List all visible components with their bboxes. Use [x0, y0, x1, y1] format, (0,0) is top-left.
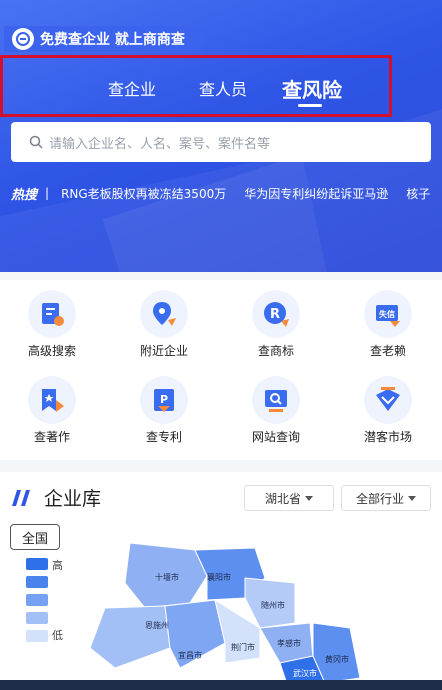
map-label: 襄阳市: [207, 572, 231, 582]
hot-search-item[interactable]: 华为因专利纠纷起诉亚马逊: [244, 185, 388, 202]
feature-potential-customers[interactable]: 潜客市场: [343, 376, 433, 445]
section-mark-icon: [12, 490, 32, 510]
website-search-icon: [252, 376, 300, 424]
hubei-map[interactable]: 十堰市 襄阳市 随州市 恩施州 宜昌市 荆门市 孝感市 武汉市 黄冈市: [85, 538, 385, 690]
advanced-search-icon: [28, 290, 76, 338]
feature-nearby-companies[interactable]: 附近企业: [119, 290, 209, 359]
logo-icon: [12, 28, 34, 50]
chevron-down-icon: [305, 495, 313, 501]
feature-label: 网站查询: [251, 430, 300, 444]
tab-risk[interactable]: 查风险: [282, 74, 342, 103]
legend-swatch: [26, 594, 48, 606]
feature-label: 查老赖: [369, 344, 406, 358]
feature-label: 查著作: [33, 430, 70, 444]
trademark-glyph: R: [270, 307, 280, 322]
section-title: 企业库: [44, 488, 102, 510]
legend-swatch: [26, 558, 48, 570]
tab-company[interactable]: 查企业: [108, 76, 156, 100]
map-region[interactable]: [89, 605, 171, 669]
chevron-down-icon: [408, 495, 416, 501]
promo-pill-text: 免费查企业 就上商商查: [40, 32, 185, 48]
legend-swatch: [26, 630, 48, 642]
nationwide-button[interactable]: 全国: [10, 524, 60, 550]
map-label: 宜昌市: [178, 650, 202, 660]
map-label: 十堰市: [155, 572, 179, 582]
legend-swatch: [26, 612, 48, 624]
search-placeholder: 请输入企业名、人名、案号、案件名等: [49, 136, 271, 152]
dishonest-glyph: 失信: [379, 309, 395, 319]
enterprise-library-section: 企业库 湖北省 全部行业 全国 高 低 十堰市 襄阳市 随州市 恩施州 宜昌市 …: [0, 472, 442, 690]
search-input[interactable]: 请输入企业名、人名、案号、案件名等: [11, 122, 431, 162]
location-pin-icon: [140, 290, 188, 338]
map-label: 荆门市: [231, 642, 255, 652]
industry-dropdown-label: 全部行业: [355, 491, 404, 506]
hero-banner: 免费查企业 就上商商查 查企业 查人员 查风险 请输入企业名、人名、案号、案件名…: [0, 0, 442, 272]
legend-high-label: 高: [52, 559, 63, 572]
province-dropdown[interactable]: 湖北省: [244, 485, 334, 511]
map-label: 武汉市: [293, 668, 317, 678]
map-label: 孝感市: [277, 638, 301, 648]
feature-copyright[interactable]: 查著作: [7, 376, 97, 445]
copyright-work-icon: [28, 376, 76, 424]
tab-person[interactable]: 查人员: [199, 76, 247, 100]
legend-low-label: 低: [52, 629, 63, 642]
map-label: 随州市: [261, 600, 285, 610]
search-icon: [29, 135, 43, 149]
feature-dishonest[interactable]: 失信 查老赖: [343, 290, 433, 359]
active-tab-indicator: [298, 104, 322, 107]
hot-search-item[interactable]: 核子: [406, 185, 430, 202]
feature-patent[interactable]: P 查专利: [119, 376, 209, 445]
legend-swatch: [26, 576, 48, 588]
feature-grid: 高级搜索 附近企业 R 查商标 失信 查老赖 查著作 P 查专利 网站查询 潜客…: [0, 280, 442, 460]
industry-dropdown[interactable]: 全部行业: [341, 485, 431, 511]
feature-label: 附近企业: [139, 344, 188, 358]
feature-label: 高级搜索: [27, 344, 76, 358]
patent-icon: P: [140, 376, 188, 424]
bottom-overlay-bar: [0, 680, 442, 690]
potential-customer-icon: [364, 376, 412, 424]
hot-search-label: 热搜: [11, 187, 38, 203]
map-label: 恩施州: [145, 620, 169, 630]
trademark-icon: R: [252, 290, 300, 338]
promo-pill[interactable]: 免费查企业 就上商商查: [4, 26, 206, 52]
feature-website-search[interactable]: 网站查询: [231, 376, 321, 445]
feature-label: 查商标: [257, 344, 294, 358]
feature-trademark[interactable]: R 查商标: [231, 290, 321, 359]
feature-label: 查专利: [145, 430, 182, 444]
feature-advanced-search[interactable]: 高级搜索: [7, 290, 97, 359]
map-label: 黄冈市: [325, 654, 349, 664]
hot-search-bar: 热搜 | RNG老板股权再被冻结3500万 华为因专利纠纷起诉亚马逊 核子: [11, 183, 442, 203]
dishonest-icon: 失信: [364, 290, 412, 338]
feature-label: 潜客市场: [363, 430, 412, 444]
patent-glyph: P: [160, 393, 168, 406]
province-dropdown-label: 湖北省: [264, 491, 301, 506]
hot-search-item[interactable]: RNG老板股权再被冻结3500万: [61, 185, 226, 202]
